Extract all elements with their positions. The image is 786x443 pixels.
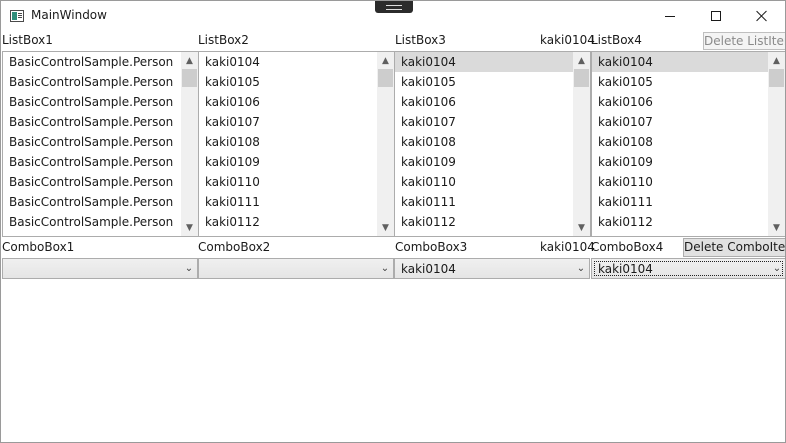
list-item[interactable]: BasicControlSample.Person — [3, 52, 181, 72]
listbox3-scrollbar[interactable]: ▲ ▼ — [573, 52, 590, 236]
list-item[interactable]: kaki0105 — [199, 72, 377, 92]
list-item[interactable]: BasicControlSample.Person — [3, 212, 181, 232]
scroll-down-arrow-icon[interactable]: ▼ — [768, 219, 785, 236]
list-item[interactable]: BasicControlSample.Person — [3, 92, 181, 112]
list-item[interactable]: kaki0106 — [592, 92, 768, 112]
scroll-thumb[interactable] — [182, 69, 197, 87]
scroll-up-arrow-icon[interactable]: ▲ — [768, 52, 785, 69]
listbox4[interactable]: kaki0104 kaki0105 kaki0106 kaki0107 kaki… — [591, 51, 785, 237]
list-item[interactable]: kaki0110 — [592, 172, 768, 192]
listbox4-label: ListBox4 — [591, 33, 642, 47]
list-item[interactable]: BasicControlSample.Person — [3, 172, 181, 192]
combobox3-value: kaki0104 — [401, 262, 456, 276]
listbox2-label: ListBox2 — [198, 33, 249, 47]
list-item[interactable]: kaki0105 — [395, 72, 573, 92]
list-item[interactable]: kaki0107 — [395, 112, 573, 132]
close-icon — [756, 10, 768, 22]
list-item[interactable]: kaki0107 — [592, 112, 768, 132]
scroll-thumb[interactable] — [769, 69, 784, 87]
combobox4[interactable]: kaki0104 ⌄ — [591, 258, 785, 279]
main-window: MainWindow ListBox1 ListBox2 ListBox3 ka… — [0, 0, 786, 443]
list-item[interactable]: BasicControlSample.Person — [3, 72, 181, 92]
listbox3-selected-text: kaki0104 — [540, 33, 595, 47]
chevron-down-icon[interactable]: ⌄ — [181, 259, 197, 278]
chevron-down-icon[interactable]: ⌄ — [573, 259, 589, 278]
window-title: MainWindow — [31, 8, 107, 22]
delete-combo-item-button[interactable]: Delete ComboItem — [683, 238, 785, 257]
combobox3-selected-text: kaki0104 — [540, 240, 595, 254]
scroll-up-arrow-icon[interactable]: ▲ — [377, 52, 394, 69]
listbox2-items: kaki0104 kaki0105 kaki0106 kaki0107 kaki… — [199, 52, 377, 236]
list-item[interactable]: kaki0106 — [395, 92, 573, 112]
listbox2[interactable]: kaki0104 kaki0105 kaki0106 kaki0107 kaki… — [198, 51, 395, 237]
list-item[interactable]: BasicControlSample.Person — [3, 192, 181, 212]
combobox1-label: ComboBox1 — [2, 240, 75, 254]
listbox1-scrollbar[interactable]: ▲ ▼ — [181, 52, 198, 236]
chevron-down-icon[interactable]: ⌄ — [377, 259, 393, 278]
list-item[interactable]: kaki0110 — [199, 172, 377, 192]
scroll-down-arrow-icon[interactable]: ▼ — [377, 219, 394, 236]
listbox4-items: kaki0104 kaki0105 kaki0106 kaki0107 kaki… — [592, 52, 768, 236]
list-item[interactable]: kaki0111 — [199, 192, 377, 212]
list-item[interactable]: kaki0107 — [199, 112, 377, 132]
list-item[interactable]: kaki0109 — [395, 152, 573, 172]
listbox2-scrollbar[interactable]: ▲ ▼ — [377, 52, 394, 236]
close-button[interactable] — [739, 1, 785, 31]
list-item[interactable]: kaki0108 — [592, 132, 768, 152]
combobox2-label: ComboBox2 — [198, 240, 271, 254]
list-item[interactable]: kaki0106 — [199, 92, 377, 112]
maximize-icon — [711, 11, 721, 21]
app-window-icon — [10, 10, 24, 22]
list-item[interactable]: kaki0112 — [395, 212, 573, 232]
list-item[interactable]: kaki0112 — [199, 212, 377, 232]
minimize-icon — [665, 15, 675, 17]
listbox4-scrollbar[interactable]: ▲ ▼ — [768, 52, 785, 236]
scroll-down-arrow-icon[interactable]: ▼ — [181, 219, 198, 236]
list-item-selected[interactable]: kaki0104 — [395, 52, 573, 72]
scroll-up-arrow-icon[interactable]: ▲ — [181, 52, 198, 69]
combobox1[interactable]: ⌄ — [2, 258, 198, 279]
list-item[interactable]: kaki0109 — [199, 152, 377, 172]
combobox3[interactable]: kaki0104 ⌄ — [394, 258, 590, 279]
minimize-button[interactable] — [647, 1, 693, 31]
list-item[interactable]: BasicControlSample.Person — [3, 152, 181, 172]
list-item[interactable]: kaki0112 — [592, 212, 768, 232]
list-item[interactable]: kaki0110 — [395, 172, 573, 192]
listbox3[interactable]: kaki0104 kaki0105 kaki0106 kaki0107 kaki… — [394, 51, 591, 237]
combobox4-value: kaki0104 — [598, 262, 653, 276]
scroll-thumb[interactable] — [378, 69, 393, 87]
list-item[interactable]: kaki0111 — [592, 192, 768, 212]
list-item[interactable]: kaki0105 — [592, 72, 768, 92]
scroll-thumb[interactable] — [574, 69, 589, 87]
title-bar-grip-icon[interactable] — [375, 1, 413, 13]
listbox3-label: ListBox3 — [395, 33, 446, 47]
list-item[interactable]: kaki0108 — [395, 132, 573, 152]
list-item-selected[interactable]: kaki0104 — [592, 52, 768, 72]
combobox4-label: ComboBox4 — [591, 240, 664, 254]
maximize-button[interactable] — [693, 1, 739, 31]
listbox1-items: BasicControlSample.Person BasicControlSa… — [3, 52, 181, 236]
list-item[interactable]: BasicControlSample.Person — [3, 112, 181, 132]
delete-list-item-button[interactable]: Delete ListItem — [703, 32, 785, 50]
list-item[interactable]: kaki0104 — [199, 52, 377, 72]
chevron-down-icon[interactable]: ⌄ — [769, 259, 785, 278]
scroll-up-arrow-icon[interactable]: ▲ — [573, 52, 590, 69]
title-bar[interactable]: MainWindow — [1, 1, 785, 31]
list-item[interactable]: BasicControlSample.Person — [3, 132, 181, 152]
list-item[interactable]: kaki0109 — [592, 152, 768, 172]
list-item[interactable]: kaki0108 — [199, 132, 377, 152]
combobox3-label: ComboBox3 — [395, 240, 468, 254]
listbox3-items: kaki0104 kaki0105 kaki0106 kaki0107 kaki… — [395, 52, 573, 236]
combobox2[interactable]: ⌄ — [198, 258, 394, 279]
scroll-down-arrow-icon[interactable]: ▼ — [573, 219, 590, 236]
list-item[interactable]: kaki0111 — [395, 192, 573, 212]
listbox1[interactable]: BasicControlSample.Person BasicControlSa… — [2, 51, 199, 237]
listbox1-label: ListBox1 — [2, 33, 53, 47]
